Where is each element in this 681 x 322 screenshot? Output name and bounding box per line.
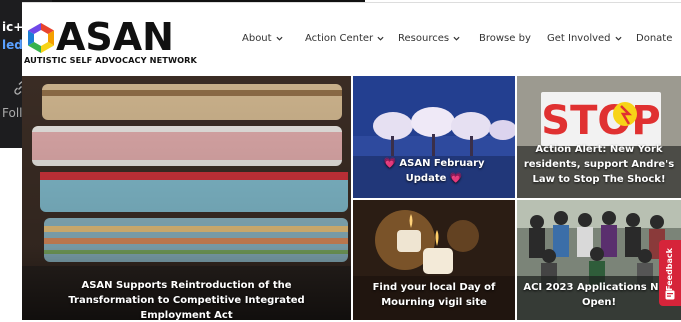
- feedback-label: Feedback: [665, 248, 674, 291]
- stop-sign-text: STOP: [541, 98, 660, 144]
- nav-action-center-label: Action Center: [305, 33, 374, 44]
- featured-tile-employment-act[interactable]: ASAN Supports Reintroduction of the Tran…: [22, 76, 351, 320]
- featured-tile-aci-applications[interactable]: ACI 2023 Applications Now Open!: [517, 200, 681, 320]
- tile-caption: 💗 ASAN February Update 💗: [383, 158, 485, 184]
- tile-caption: ASAN Supports Reintroduction of the Tran…: [68, 280, 305, 320]
- chevron-down-icon: [276, 36, 283, 41]
- chevron-down-icon: [453, 36, 460, 41]
- chevron-down-icon: [615, 36, 622, 41]
- nav-about[interactable]: About: [242, 33, 283, 44]
- nav-resources-label: Resources: [398, 33, 450, 44]
- nav-get-involved-label: Get Involved: [547, 33, 611, 44]
- nav-about-label: About: [242, 33, 272, 44]
- tile-caption: ACI 2023 Applications Now Open!: [523, 282, 675, 308]
- featured-grid: ASAN Supports Reintroduction of the Tran…: [22, 76, 681, 322]
- feedback-icon: [665, 290, 675, 300]
- tile-caption: Find your local Day of Mourning vigil si…: [372, 282, 496, 308]
- nav-action-center[interactable]: Action Center: [305, 33, 384, 44]
- nav-get-involved[interactable]: Get Involved: [547, 33, 622, 44]
- nav-browse-by[interactable]: Browse by: [479, 33, 531, 44]
- nav-donate[interactable]: Donate: [636, 33, 672, 44]
- chevron-down-icon: [377, 36, 384, 41]
- featured-tile-february-update[interactable]: 💗 ASAN February Update 💗: [353, 76, 515, 198]
- site-header: ASAN AUTISTIC SELF ADVOCACY NETWORK Abou…: [22, 2, 681, 76]
- page: ic+c leds Foll ASAN AUTISTIC SELF ADVOCA…: [0, 0, 681, 322]
- brand-tagline: AUTISTIC SELF ADVOCACY NETWORK: [24, 55, 197, 65]
- main-nav: About Action Center Resources Browse by …: [22, 33, 681, 53]
- popup-follow-text[interactable]: Foll: [2, 106, 22, 120]
- nav-donate-label: Donate: [636, 33, 673, 44]
- nav-resources[interactable]: Resources: [398, 33, 460, 44]
- featured-tile-stop-the-shock[interactable]: STOP Action Alert: New York residents, s…: [517, 76, 681, 198]
- featured-tile-day-of-mourning[interactable]: Find your local Day of Mourning vigil si…: [353, 200, 515, 320]
- feedback-tab[interactable]: Feedback: [659, 240, 681, 306]
- nav-browse-by-label: Browse by: [479, 33, 531, 44]
- tile-caption: Action Alert: New York residents, suppor…: [523, 144, 675, 185]
